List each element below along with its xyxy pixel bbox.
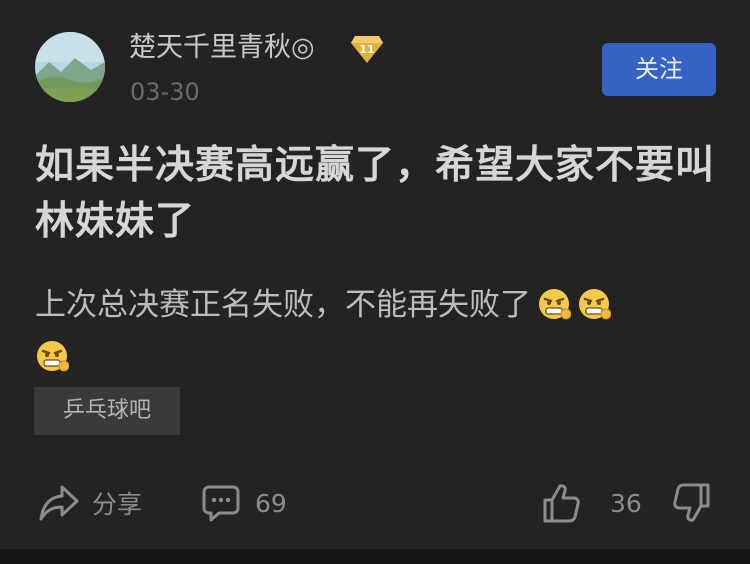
bottom-divider — [0, 549, 750, 564]
share-button[interactable]: 分享 — [38, 480, 142, 526]
dislike-button[interactable] — [672, 480, 712, 526]
post-title: 如果半决赛高远赢了，希望大家不要叫林妹妹了 — [35, 143, 716, 244]
share-label: 分享 — [92, 490, 143, 519]
level-badge-number: 11 — [359, 43, 374, 56]
avatar-landscape-image — [35, 32, 105, 102]
avatar[interactable] — [35, 32, 105, 102]
post-body-text: 上次总决赛正名失败，不能再失败了 — [35, 287, 531, 323]
like-button[interactable] — [541, 480, 581, 526]
post-body: 上次总决赛正名失败，不能再失败了 — [35, 279, 725, 383]
share-arrow-icon — [39, 485, 79, 521]
follow-button[interactable]: 关注 — [602, 43, 716, 96]
thumbs-up-icon — [543, 484, 580, 523]
thumbs-down-icon — [673, 483, 710, 522]
author-name[interactable]: 楚天千里青秋◎ — [129, 30, 315, 66]
grimacing-fist-emoji-icon — [579, 289, 611, 320]
forum-tag[interactable]: 乒乓球吧 — [34, 387, 180, 435]
grimacing-fist-emoji-icon — [539, 289, 571, 320]
comment-count: 69 — [255, 488, 287, 518]
post-date: 03-30 — [130, 78, 200, 106]
like-count: 36 — [610, 488, 642, 518]
level-badge-icon: 11 — [350, 34, 384, 64]
comment-bubble-icon — [202, 485, 240, 522]
grimacing-fist-emoji-icon — [37, 341, 69, 372]
comment-button[interactable]: 69 — [201, 480, 287, 526]
